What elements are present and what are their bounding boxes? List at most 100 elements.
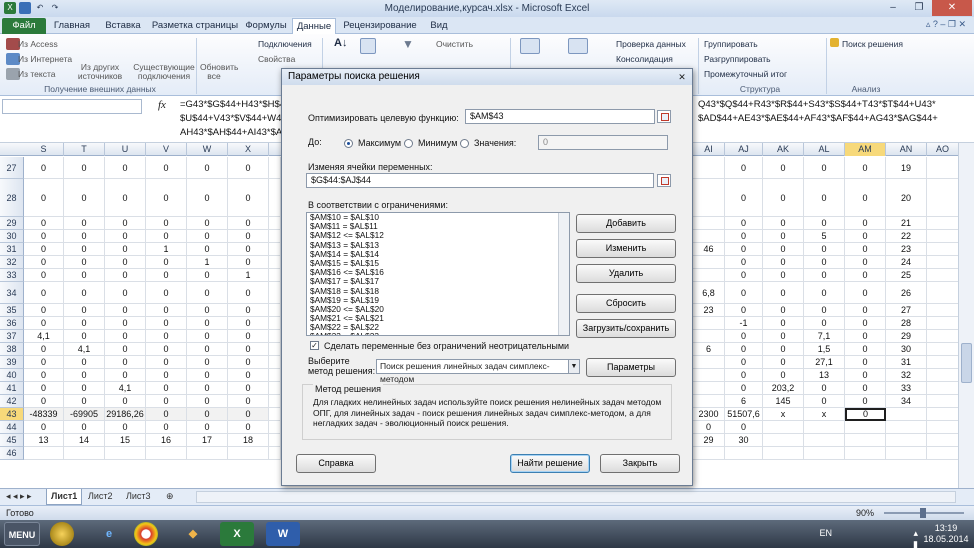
table-cell[interactable]: x (804, 408, 845, 421)
refresh-all-button[interactable]: Обновить все (200, 63, 239, 81)
table-cell[interactable]: 0 (804, 157, 845, 179)
tab-insert[interactable]: Вставка (98, 18, 148, 34)
ungroup-button[interactable]: Разгруппировать (704, 54, 771, 64)
table-cell[interactable]: 0 (845, 269, 886, 282)
table-cell[interactable]: 0 (146, 408, 187, 421)
table-cell[interactable]: 29 (886, 330, 927, 343)
sort-icon[interactable] (360, 38, 376, 54)
column-header[interactable]: AN (886, 143, 927, 156)
variables-input[interactable]: $G$44:$AJ$44 (306, 173, 654, 188)
table-cell[interactable]: 27 (886, 304, 927, 317)
table-cell[interactable]: 0 (763, 230, 804, 243)
table-cell[interactable] (693, 447, 725, 460)
column-header[interactable]: U (105, 143, 146, 156)
row-header[interactable]: 33 (0, 269, 24, 282)
table-cell[interactable]: 30 (725, 434, 763, 447)
table-cell[interactable]: 22 (886, 230, 927, 243)
row-header[interactable]: 36 (0, 317, 24, 330)
table-cell[interactable] (269, 304, 281, 317)
table-cell[interactable]: 7,1 (804, 330, 845, 343)
table-cell[interactable]: 0 (187, 369, 228, 382)
table-cell[interactable]: 0 (64, 157, 105, 179)
tab-data[interactable]: Данные (292, 18, 336, 34)
table-cell[interactable]: 0 (187, 269, 228, 282)
table-cell[interactable] (886, 421, 927, 434)
new-sheet-icon[interactable]: ⊕ (162, 489, 178, 505)
maximize-icon[interactable]: ❐ (906, 0, 932, 16)
table-cell[interactable]: 0 (24, 343, 64, 356)
table-cell[interactable]: 0 (228, 230, 269, 243)
table-cell[interactable]: 0 (804, 382, 845, 395)
table-cell[interactable]: 0 (64, 269, 105, 282)
column-header[interactable]: W (187, 143, 228, 156)
table-cell[interactable]: 0 (64, 330, 105, 343)
table-cell[interactable]: 0 (64, 395, 105, 408)
row-header[interactable]: 45 (0, 434, 24, 447)
table-cell[interactable]: 0 (845, 382, 886, 395)
table-cell[interactable]: 0 (187, 179, 228, 217)
data-validation-button[interactable]: Проверка данных (616, 39, 686, 49)
table-cell[interactable]: 0 (105, 282, 146, 304)
solve-button[interactable]: Найти решение (510, 454, 590, 473)
table-cell[interactable]: 0 (64, 256, 105, 269)
column-header[interactable]: AJ (725, 143, 763, 156)
table-cell[interactable]: 18 (228, 434, 269, 447)
table-cell[interactable]: 0 (146, 269, 187, 282)
table-cell[interactable] (804, 434, 845, 447)
table-cell[interactable] (927, 369, 958, 382)
table-cell[interactable]: 0 (763, 157, 804, 179)
table-cell[interactable]: 0 (228, 179, 269, 217)
minimize-icon[interactable]: – (880, 0, 906, 16)
table-cell[interactable] (269, 408, 281, 421)
tab-file[interactable]: Файл (2, 18, 46, 34)
table-cell[interactable]: 0 (146, 343, 187, 356)
table-cell[interactable] (269, 269, 281, 282)
table-cell[interactable]: 0 (105, 269, 146, 282)
table-cell[interactable] (269, 157, 281, 179)
table-cell[interactable]: 0 (228, 356, 269, 369)
table-cell[interactable]: 0 (763, 304, 804, 317)
table-cell[interactable] (269, 317, 281, 330)
table-cell[interactable]: 0 (187, 408, 228, 421)
table-cell[interactable]: 0 (725, 217, 763, 230)
table-cell[interactable] (693, 330, 725, 343)
table-cell[interactable] (64, 447, 105, 460)
table-cell[interactable]: 0 (64, 304, 105, 317)
table-cell[interactable]: 0 (804, 395, 845, 408)
table-cell[interactable]: 0 (763, 256, 804, 269)
sheet-tab-3[interactable]: Лист3 (122, 489, 155, 505)
table-cell[interactable]: 0 (24, 282, 64, 304)
sort-az-icon[interactable]: A↓ (334, 37, 347, 49)
method-select[interactable]: Поиск решения линейных задач симплекс-ме… (376, 359, 580, 384)
table-cell[interactable]: 0 (64, 243, 105, 256)
row-header[interactable]: 37 (0, 330, 24, 343)
table-cell[interactable]: 0 (105, 217, 146, 230)
from-web-button[interactable]: Из Интернета (18, 54, 72, 64)
table-cell[interactable]: 0 (24, 217, 64, 230)
table-cell[interactable]: 6 (725, 395, 763, 408)
radio-min-label[interactable]: Минимум (418, 138, 457, 148)
table-cell[interactable]: 6,8 (693, 282, 725, 304)
table-cell[interactable] (927, 434, 958, 447)
table-cell[interactable]: 0 (64, 282, 105, 304)
properties-button[interactable]: Свойства (258, 54, 295, 64)
table-cell[interactable]: 0 (105, 179, 146, 217)
table-cell[interactable]: 0 (725, 304, 763, 317)
chevron-down-icon[interactable]: ▼ (568, 360, 579, 373)
table-cell[interactable]: 0 (105, 304, 146, 317)
table-cell[interactable]: 0 (146, 217, 187, 230)
table-cell[interactable] (228, 447, 269, 460)
table-cell[interactable]: 23 (886, 243, 927, 256)
table-cell[interactable] (269, 256, 281, 269)
table-cell[interactable]: 0 (228, 369, 269, 382)
tab-review[interactable]: Рецензирование (340, 18, 420, 34)
table-cell[interactable]: 30 (886, 343, 927, 356)
table-cell[interactable]: 0 (228, 343, 269, 356)
delete-button[interactable]: Удалить (576, 264, 676, 283)
table-cell[interactable]: 0 (725, 179, 763, 217)
table-cell[interactable]: 0 (804, 304, 845, 317)
table-cell[interactable] (693, 356, 725, 369)
table-cell[interactable]: 4,1 (24, 330, 64, 343)
table-cell[interactable] (845, 434, 886, 447)
row-header[interactable]: 31 (0, 243, 24, 256)
